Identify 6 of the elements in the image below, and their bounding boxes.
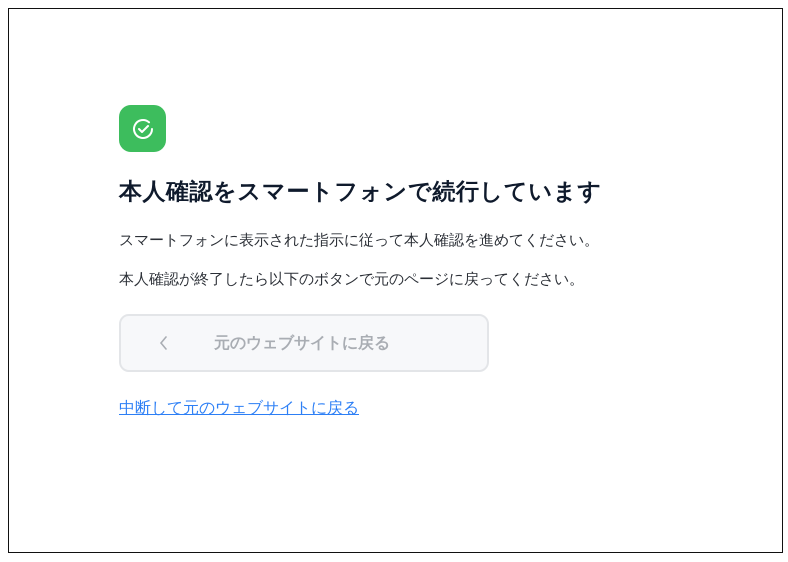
- instruction-text: スマートフォンに表示された指示に従って本人確認を進めてください。: [119, 231, 599, 251]
- check-badge-icon: [119, 105, 166, 152]
- page-heading: 本人確認をスマートフォンで続行しています: [119, 177, 602, 206]
- chevron-left-icon: [159, 336, 168, 350]
- instruction-text: 本人確認が終了したら以下のボタンで元のページに戻ってください。: [119, 270, 584, 290]
- cancel-link[interactable]: 中断して元のウェブサイトに戻る: [119, 398, 359, 419]
